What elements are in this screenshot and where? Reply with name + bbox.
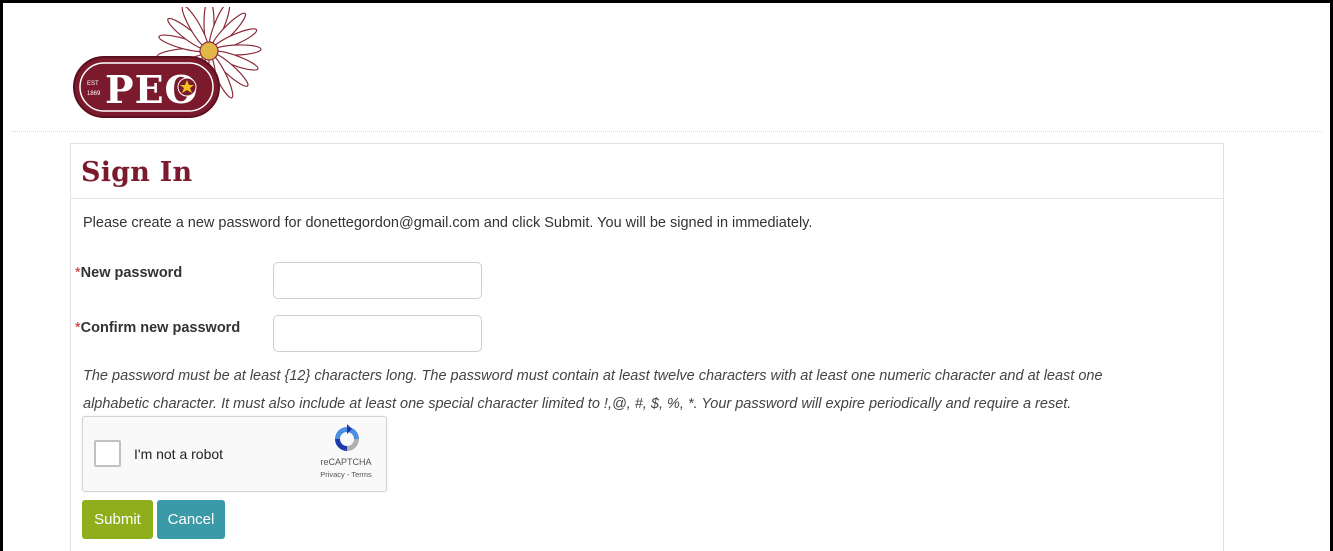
confirm-password-input[interactable] [273,315,482,352]
new-password-input[interactable] [273,262,482,299]
peo-logo[interactable]: EST 1869 PEO [71,7,273,123]
recaptcha-checkbox[interactable] [94,440,121,467]
submit-button[interactable]: Submit [82,500,153,539]
recaptcha-label: I'm not a robot [134,446,224,462]
header-divider [11,131,1322,132]
recaptcha-links[interactable]: Privacy - Terms [303,470,389,479]
cancel-button[interactable]: Cancel [157,500,225,539]
svg-text:EST: EST [87,81,99,87]
new-password-label: *New password [75,265,182,281]
recaptcha-icon [335,424,359,451]
page-frame: EST 1869 PEO Sign In Please create a new… [0,0,1333,551]
recaptcha-brand: reCAPTCHA [320,457,372,467]
confirm-password-label: *Confirm new password [75,320,240,336]
intro-text: Please create a new password for donette… [83,215,813,231]
page-title: Sign In [81,157,193,188]
site-header: EST 1869 PEO [3,3,1330,131]
confirm-password-label-text: Confirm new password [80,320,241,336]
password-requirements-line2: alphabetic character. It must also inclu… [83,396,1072,412]
svg-text:1869: 1869 [87,91,101,97]
panel-header: Sign In [71,144,1223,199]
password-requirements-line1: The password must be at least {12} chara… [83,368,1103,384]
recaptcha-widget: I'm not a robot reCAPTCHA Privacy - Term… [82,416,387,492]
signin-panel: Sign In Please create a new password for… [70,143,1224,551]
new-password-label-text: New password [80,265,183,281]
password-requirements: The password must be at least {12} chara… [83,362,1218,418]
